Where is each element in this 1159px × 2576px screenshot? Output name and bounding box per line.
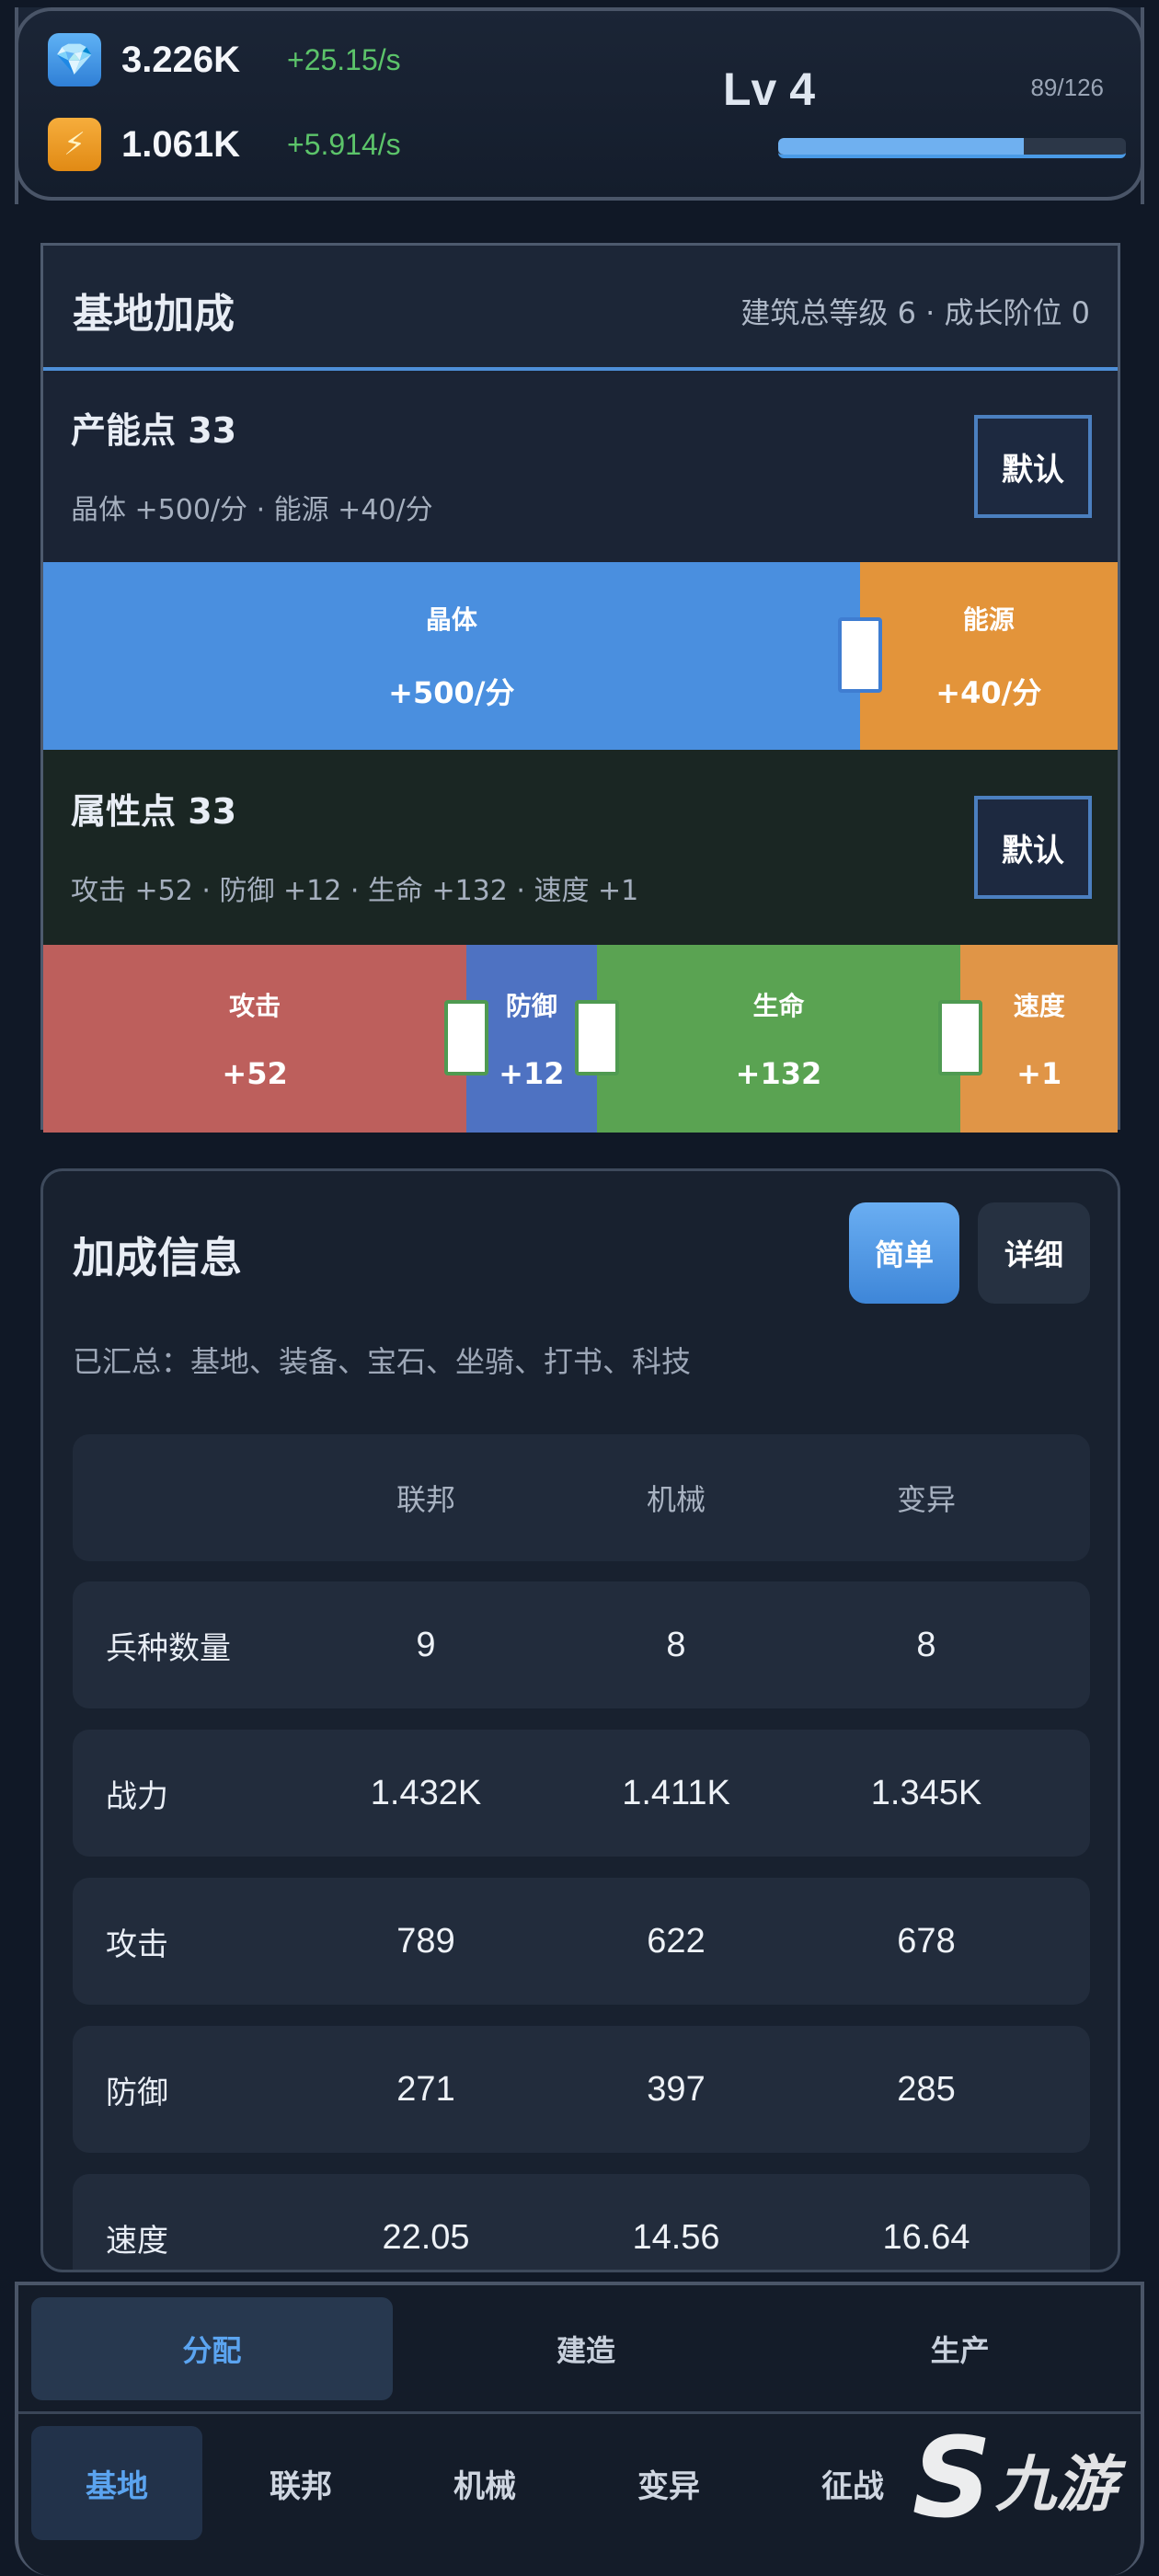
tab-federation[interactable]: 联邦 (215, 2426, 386, 2540)
row-label: 速度 (106, 2222, 168, 2260)
bonus-info-title: 加成信息 (73, 1233, 242, 1282)
table-row: 兵种数量 9 8 8 (73, 1581, 1090, 1708)
table-cell: 8 (916, 1625, 936, 1664)
row-label: 兵种数量 (106, 1629, 231, 1667)
subtab-allocate[interactable]: 分配 (31, 2296, 393, 2400)
attribute-segment: 攻击 +52 (43, 945, 489, 1133)
attribute-segment-value: +1 (1016, 1056, 1062, 1091)
crystal-amount: 3.226K (121, 39, 240, 80)
tab-mutant[interactable]: 变异 (583, 2426, 754, 2540)
bottom-navigation: 分配 建造 生产 基地 联邦 机械 变异 征战 S 九游 (15, 2282, 1144, 2576)
row-label: 战力 (106, 1777, 168, 1815)
production-segment-name: 晶体 (425, 604, 477, 635)
column-federation: 联邦 (396, 1482, 455, 1517)
table-cell: 9 (416, 1625, 436, 1664)
table-cell: 789 (396, 1921, 455, 1961)
production-allocation-bar[interactable]: 晶体 +500/分 能源 +40/分 (43, 562, 1118, 750)
table-cell: 1.411K (622, 1773, 730, 1812)
production-segment-name: 能源 (962, 604, 1015, 635)
attribute-slider-handle[interactable] (574, 1000, 619, 1075)
bonus-sources-summary: 已汇总：基地、装备、宝石、坐骑、打书、科技 (73, 1344, 692, 1379)
table-row: 攻击 789 622 678 (73, 1878, 1090, 2005)
base-bonus-title: 基地加成 (73, 291, 235, 338)
attribute-points-title: 属性点 33 (71, 791, 237, 832)
table-cell: 285 (897, 2069, 956, 2109)
table-cell: 16.64 (882, 2217, 970, 2257)
table-cell: 14.56 (632, 2217, 720, 2257)
attribute-segment-name: 防御 (505, 991, 557, 1021)
table-row: 速度 22.05 14.56 16.64 (73, 2174, 1090, 2270)
crystal-rate: +25.15/s (287, 42, 401, 76)
table-cell: 8 (666, 1625, 686, 1664)
table-row: 防御 271 397 285 (73, 2026, 1090, 2153)
row-label: 攻击 (106, 1926, 168, 1963)
production-segment-value: +500/分 (388, 675, 515, 710)
tab-base[interactable]: 基地 (31, 2426, 202, 2540)
table-cell: 397 (647, 2069, 706, 2109)
attribute-segment-name: 生命 (752, 991, 805, 1021)
attribute-default-button[interactable]: 默认 (974, 796, 1092, 899)
table-row: 战力 1.432K 1.411K 1.345K (73, 1730, 1090, 1857)
base-bonus-header: 基地加成 建筑总等级 6 · 成长阶位 0 (43, 246, 1118, 371)
column-mutant: 变异 (896, 1482, 956, 1517)
resource-bar: 💎 3.226K +25.15/s ⚡ 1.061K +5.914/s Lv 4… (15, 7, 1144, 204)
column-mechanical: 机械 (646, 1482, 706, 1517)
attribute-segment-name: 攻击 (229, 991, 281, 1021)
watermark-logo: S 九游 (912, 2415, 1117, 2543)
production-segment: 晶体 +500/分 (43, 562, 882, 750)
sub-tab-bar: 分配 建造 生产 (18, 2285, 1141, 2414)
energy-icon: ⚡ (48, 118, 101, 171)
attribute-segment-value: +132 (735, 1056, 822, 1091)
attribute-summary: 攻击 +52 · 防御 +12 · 生命 +132 · 速度 +1 (71, 875, 639, 907)
table-cell: 622 (647, 1921, 706, 1961)
production-summary: 晶体 +500/分 · 能源 +40/分 (71, 494, 433, 526)
player-level: Lv 4 (723, 63, 816, 115)
bonus-info-panel: 加成信息 简单 详细 已汇总：基地、装备、宝石、坐骑、打书、科技 联邦 机械 变… (40, 1168, 1120, 2272)
attribute-slider-handle[interactable] (938, 1000, 983, 1075)
production-slider-handle[interactable] (837, 617, 882, 693)
row-label: 防御 (106, 2074, 168, 2111)
production-segment: 能源 +40/分 (859, 562, 1118, 750)
crystal-resource: 💎 3.226K +25.15/s (48, 33, 401, 86)
xp-text: 89/126 (1030, 74, 1104, 101)
subtab-produce[interactable]: 生产 (779, 2297, 1141, 2400)
crystal-icon: 💎 (48, 33, 101, 86)
subtab-build[interactable]: 建造 (406, 2297, 767, 2400)
attribute-segment-name: 速度 (1013, 991, 1065, 1021)
energy-rate: +5.914/s (287, 127, 401, 161)
table-cell: 1.345K (870, 1773, 982, 1812)
energy-amount: 1.061K (121, 123, 240, 165)
base-bonus-meta: 建筑总等级 6 · 成长阶位 0 (740, 295, 1090, 330)
tab-mechanical[interactable]: 机械 (399, 2426, 570, 2540)
energy-resource: ⚡ 1.061K +5.914/s (48, 118, 401, 171)
base-bonus-panel: 基地加成 建筑总等级 6 · 成长阶位 0 产能点 33 晶体 +500/分 ·… (40, 243, 1120, 1133)
attribute-segment-value: +52 (222, 1056, 288, 1091)
table-cell: 1.432K (370, 1773, 482, 1812)
production-segment-value: +40/分 (935, 675, 1042, 710)
xp-progress-fill (778, 138, 1024, 155)
xp-progress-bar (778, 138, 1126, 158)
production-points-title: 产能点 33 (71, 410, 237, 451)
attribute-slider-handle[interactable] (444, 1000, 489, 1075)
table-header: 联邦 机械 变异 (73, 1434, 1090, 1561)
attribute-segment: 速度 +1 (960, 945, 1118, 1133)
attribute-allocation-bar[interactable]: 攻击 +52 防御 +12 生命 +132 速度 +1 (43, 945, 1118, 1133)
simple-mode-button[interactable]: 简单 (849, 1202, 959, 1304)
table-cell: 271 (396, 2069, 455, 2109)
table-cell: 678 (897, 1921, 956, 1961)
table-cell: 22.05 (382, 2217, 470, 2257)
attribute-segment-value: +12 (499, 1056, 565, 1091)
production-default-button[interactable]: 默认 (974, 415, 1092, 518)
detail-mode-button[interactable]: 详细 (978, 1202, 1090, 1304)
attribute-segment: 生命 +132 (596, 945, 983, 1133)
